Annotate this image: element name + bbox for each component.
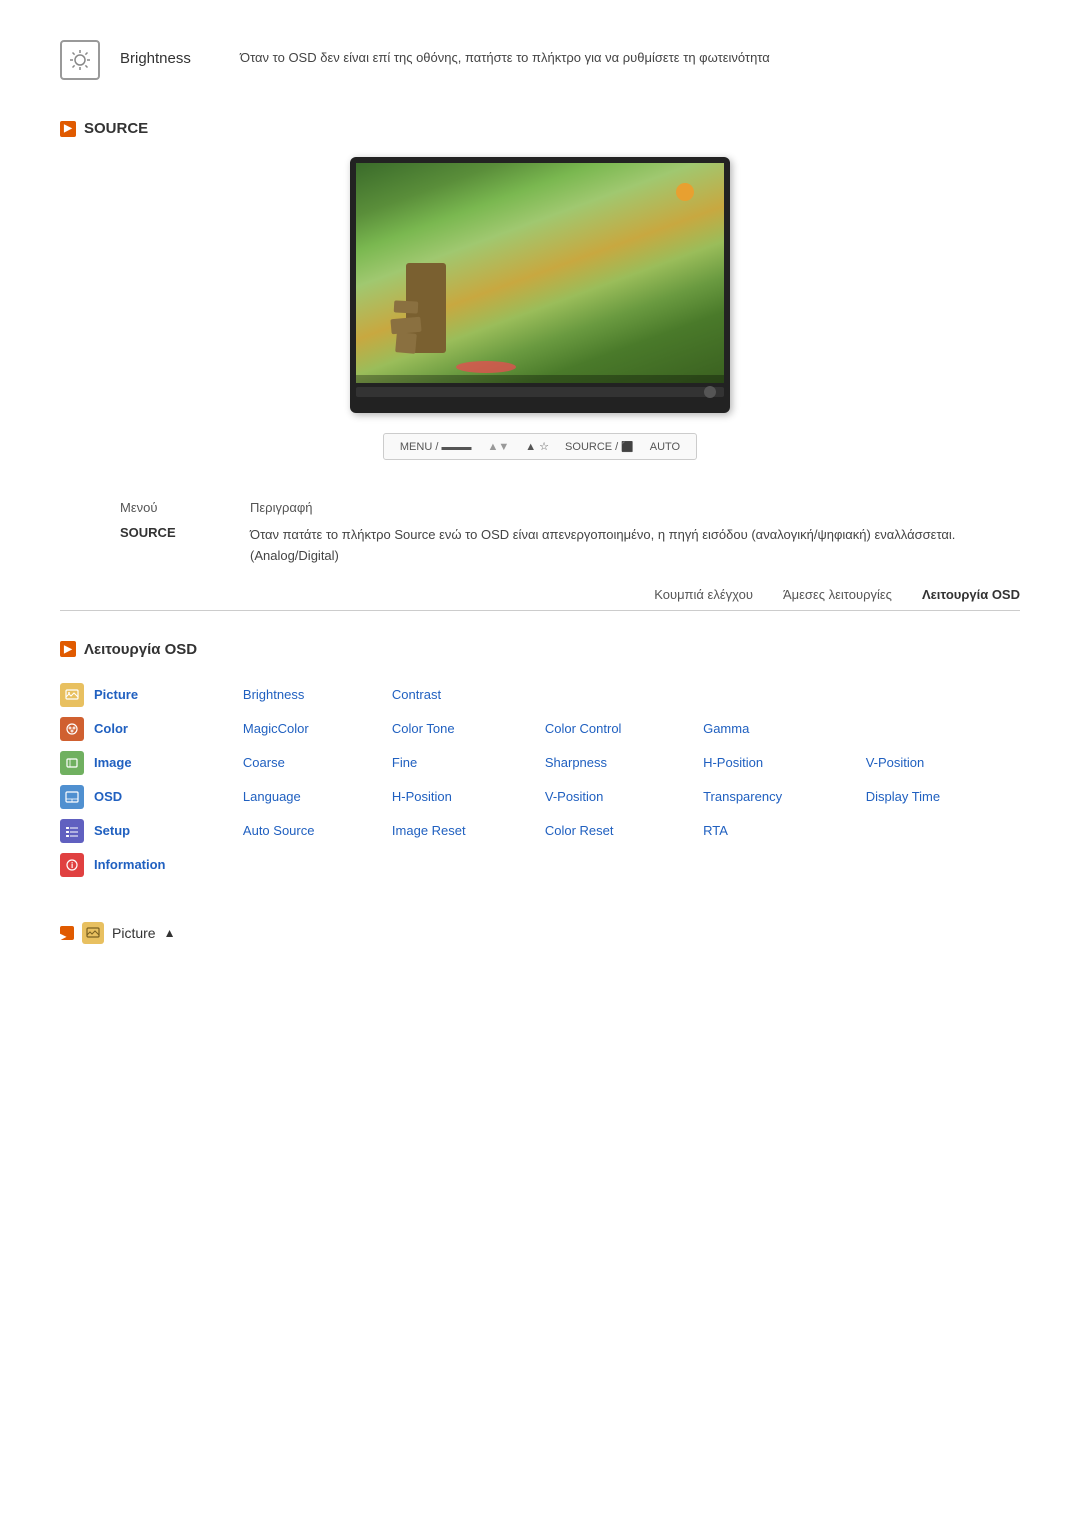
vposition-image-sub[interactable]: V-Position <box>866 755 925 770</box>
source-header: ▶ SOURCE <box>60 120 1020 137</box>
osd-title: Λειτουργία OSD <box>84 641 197 658</box>
language-sub[interactable]: Language <box>243 789 301 804</box>
image-icon <box>60 751 84 775</box>
table-row: Color MagicColor Color Tone Color Contro… <box>60 712 1020 746</box>
source-section: ▶ SOURCE MENU / ▬▬▬ ▲▼ ▲ ☆ <box>60 120 1020 611</box>
osd-label[interactable]: OSD <box>94 789 122 804</box>
menu-ctrl: MENU / ▬▬▬ <box>400 441 472 453</box>
source-menu-label: SOURCE <box>120 525 240 567</box>
colorcontrol-sub[interactable]: Color Control <box>545 721 622 736</box>
hposition-osd-sub[interactable]: H-Position <box>392 789 452 804</box>
vposition-osd-sub[interactable]: V-Position <box>545 789 604 804</box>
desc-col-header: Περιγραφή <box>250 500 960 515</box>
svg-text:i: i <box>71 861 73 870</box>
colortone-sub[interactable]: Color Tone <box>392 721 455 736</box>
picture-icon <box>60 683 84 707</box>
osd-section-icon: ▶ <box>60 641 76 657</box>
contrast-sub[interactable]: Contrast <box>392 687 441 702</box>
tab-direct[interactable]: Άμεσες λειτουργίες <box>783 587 892 602</box>
info-icon: i <box>60 853 84 877</box>
footer-nav-icon: ▶ <box>60 926 74 940</box>
color-icon <box>60 717 84 741</box>
information-label[interactable]: Information <box>94 857 166 872</box>
coarse-sub[interactable]: Coarse <box>243 755 285 770</box>
monitor-outer <box>350 157 730 413</box>
table-row: Setup Auto Source Image Reset Color Rese… <box>60 814 1020 848</box>
source-ctrl: SOURCE / ⬛ <box>565 441 634 453</box>
brightness-description: Όταν το OSD δεν είναι επί της οθόνης, πα… <box>240 40 770 69</box>
brightness-sub[interactable]: Brightness <box>243 687 304 702</box>
gamma-sub[interactable]: Gamma <box>703 721 749 736</box>
fine-sub[interactable]: Fine <box>392 755 417 770</box>
menu-description-table: Μενού Περιγραφή SOURCE Όταν πατάτε το πλ… <box>120 500 960 567</box>
table-row: Picture Brightness Contrast <box>60 678 1020 712</box>
tab-osd[interactable]: Λειτουργία OSD <box>922 587 1020 602</box>
control-bar-inner: MENU / ▬▬▬ ▲▼ ▲ ☆ SOURCE / ⬛ AUTO <box>383 433 697 460</box>
source-menu-desc: Όταν πατάτε το πλήκτρο Source ενώ το OSD… <box>250 525 960 567</box>
footer-picture-icon <box>82 922 104 944</box>
footer-picture-label: Picture <box>112 925 156 941</box>
osd-table: Picture Brightness Contrast Color MagicC… <box>60 678 1020 882</box>
source-title: SOURCE <box>84 120 148 137</box>
transparency-sub[interactable]: Transparency <box>703 789 782 804</box>
picture-label[interactable]: Picture <box>94 687 138 702</box>
monitor-base <box>356 387 724 397</box>
setup-label[interactable]: Setup <box>94 823 130 838</box>
displaytime-sub[interactable]: Display Time <box>866 789 940 804</box>
brightness-label: Brightness <box>120 40 220 67</box>
monitor-screen <box>356 163 724 383</box>
monitor-power-button[interactable] <box>704 386 716 398</box>
colorreset-sub[interactable]: Color Reset <box>545 823 614 838</box>
source-section-icon: ▶ <box>60 121 76 137</box>
osd-section: ▶ Λειτουργία OSD Picture Brightness Cont… <box>60 641 1020 882</box>
setup-icon <box>60 819 84 843</box>
osd-icon <box>60 785 84 809</box>
footer-arrow: ▲ <box>164 926 176 940</box>
monitor-display <box>60 157 1020 413</box>
rta-sub[interactable]: RTA <box>703 823 728 838</box>
tab-controls[interactable]: Κουμπιά ελέγχου <box>654 587 753 602</box>
image-label[interactable]: Image <box>94 755 132 770</box>
imagereset-sub[interactable]: Image Reset <box>392 823 466 838</box>
ctrl-sep1: ▲▼ <box>487 441 509 453</box>
brightness-icon <box>60 40 100 80</box>
brightness-ctrl: ▲ ☆ <box>525 440 549 453</box>
control-bar: MENU / ▬▬▬ ▲▼ ▲ ☆ SOURCE / ⬛ AUTO <box>60 433 1020 460</box>
table-row: i Information <box>60 848 1020 882</box>
color-label[interactable]: Color <box>94 721 128 736</box>
table-row: OSD Language H-Position V-Position Trans… <box>60 780 1020 814</box>
tab-bar: Κουμπιά ελέγχου Άμεσες λειτουργίες Λειτο… <box>60 587 1020 611</box>
sharpness-sub[interactable]: Sharpness <box>545 755 607 770</box>
table-row: Image Coarse Fine Sharpness H-Position V… <box>60 746 1020 780</box>
brightness-section: Brightness Όταν το OSD δεν είναι επί της… <box>60 40 1020 80</box>
autosource-sub[interactable]: Auto Source <box>243 823 315 838</box>
menu-col-header: Μενού <box>120 500 240 515</box>
auto-ctrl: AUTO <box>650 441 680 453</box>
footer-section: ▶ Picture ▲ <box>60 922 1020 944</box>
osd-section-header: ▶ Λειτουργία OSD <box>60 641 1020 658</box>
hposition-image-sub[interactable]: H-Position <box>703 755 763 770</box>
magiccolor-sub[interactable]: MagicColor <box>243 721 309 736</box>
